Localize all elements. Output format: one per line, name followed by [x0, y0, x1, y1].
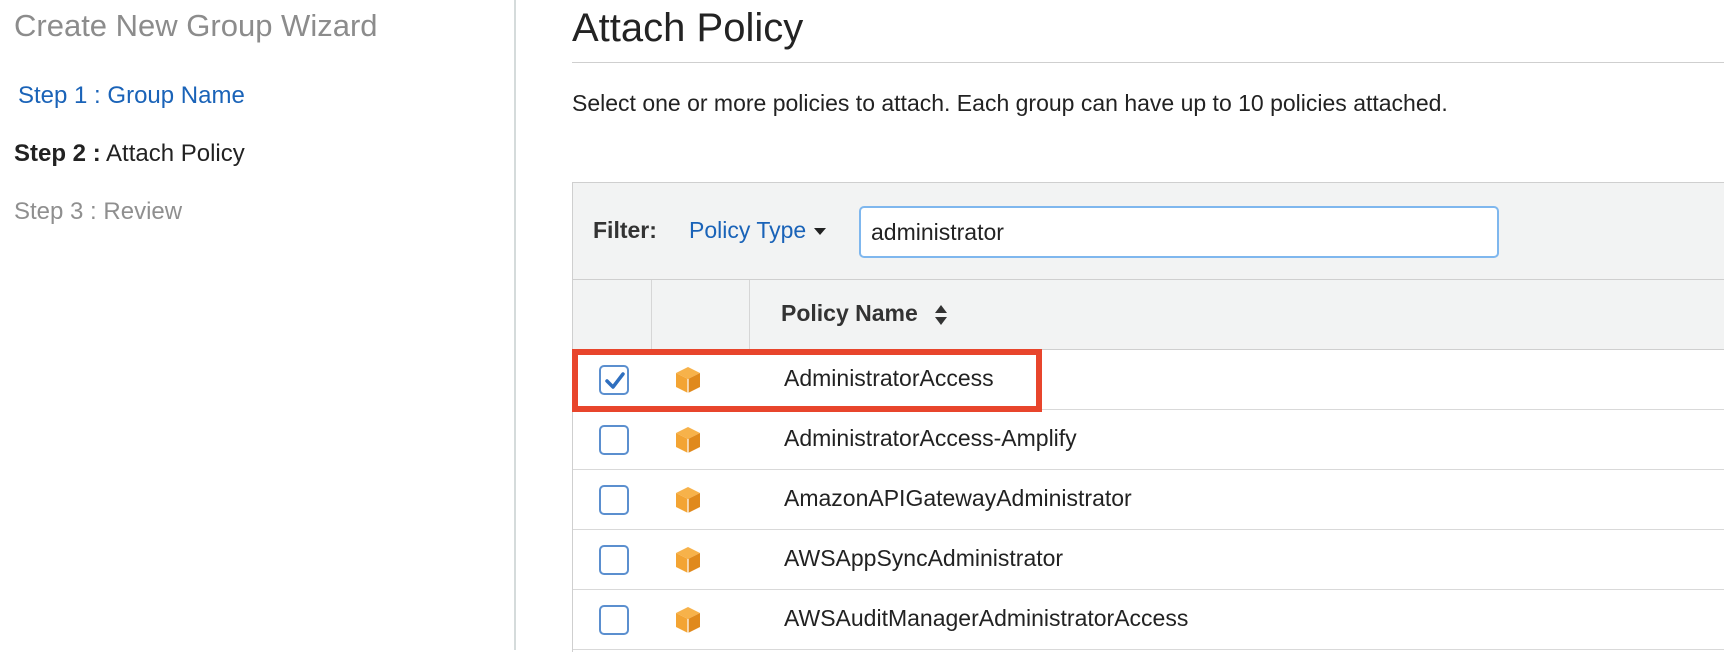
step-3-label: Review: [103, 198, 183, 225]
table-header-row: Policy Name: [573, 280, 1724, 350]
policy-name: AdministratorAccess: [784, 365, 994, 391]
table-row[interactable]: AWSAuditManagerAdministratorAccess: [573, 590, 1724, 650]
step-1-prefix: Step 1 :: [18, 82, 101, 109]
policy-name: AWSAppSyncAdministrator: [784, 545, 1064, 571]
checkmark-icon: [605, 372, 625, 389]
wizard-sidebar: Create New Group Wizard Step 1 : Group N…: [0, 0, 516, 650]
step-1-link[interactable]: Step 1 : Group Name: [18, 82, 245, 110]
header-select-cell: [573, 280, 652, 349]
table-row[interactable]: AdministratorAccess: [573, 350, 1724, 410]
table-row[interactable]: AdministratorAccess-Amplify: [573, 410, 1724, 470]
step-1-label: Group Name: [107, 82, 245, 109]
step-3-prefix: Step 3 :: [14, 198, 97, 225]
policy-name: AdministratorAccess-Amplify: [784, 425, 1077, 451]
filter-label: Filter:: [593, 217, 657, 243]
step-2-prefix: Step 2 :: [14, 140, 101, 167]
title-divider: [572, 62, 1724, 63]
policy-table: Filter: Policy Type Policy Name: [572, 182, 1724, 652]
caret-down-icon: [814, 228, 827, 236]
step-2-label: Attach Policy: [106, 140, 245, 167]
step-3-disabled: Step 3 : Review: [14, 198, 182, 226]
policy-name: AWSAuditManagerAdministratorAccess: [784, 605, 1189, 631]
row-checkbox[interactable]: [599, 485, 629, 515]
aws-managed-policy-icon: [676, 487, 700, 513]
table-row[interactable]: AWSAppSyncAdministrator: [573, 530, 1724, 590]
header-icon-cell: [652, 280, 750, 349]
aws-managed-policy-icon: [676, 607, 700, 633]
table-row[interactable]: AmazonAPIGatewayAdministrator: [573, 470, 1724, 530]
row-checkbox[interactable]: [599, 545, 629, 575]
policy-name: AmazonAPIGatewayAdministrator: [784, 485, 1132, 511]
aws-managed-policy-icon: [676, 427, 700, 453]
row-checkbox[interactable]: [599, 365, 629, 395]
policy-type-label: Policy Type: [689, 217, 807, 243]
policy-search-input[interactable]: [859, 206, 1499, 258]
row-checkbox[interactable]: [599, 605, 629, 635]
filter-bar: Filter: Policy Type: [573, 183, 1724, 280]
sort-icon: [935, 304, 948, 325]
policy-type-dropdown[interactable]: Policy Type: [689, 217, 827, 244]
aws-managed-policy-icon: [676, 367, 700, 393]
step-2-current: Step 2 : Attach Policy: [14, 140, 245, 168]
main-panel: Attach Policy Select one or more policie…: [572, 0, 1724, 652]
page-description: Select one or more policies to attach. E…: [572, 90, 1448, 116]
policy-name-header-label: Policy Name: [781, 300, 918, 326]
wizard-title: Create New Group Wizard: [14, 8, 378, 43]
row-checkbox[interactable]: [599, 425, 629, 455]
policy-name-column-header[interactable]: Policy Name: [781, 300, 948, 327]
aws-managed-policy-icon: [676, 547, 700, 573]
page-title: Attach Policy: [572, 6, 804, 50]
